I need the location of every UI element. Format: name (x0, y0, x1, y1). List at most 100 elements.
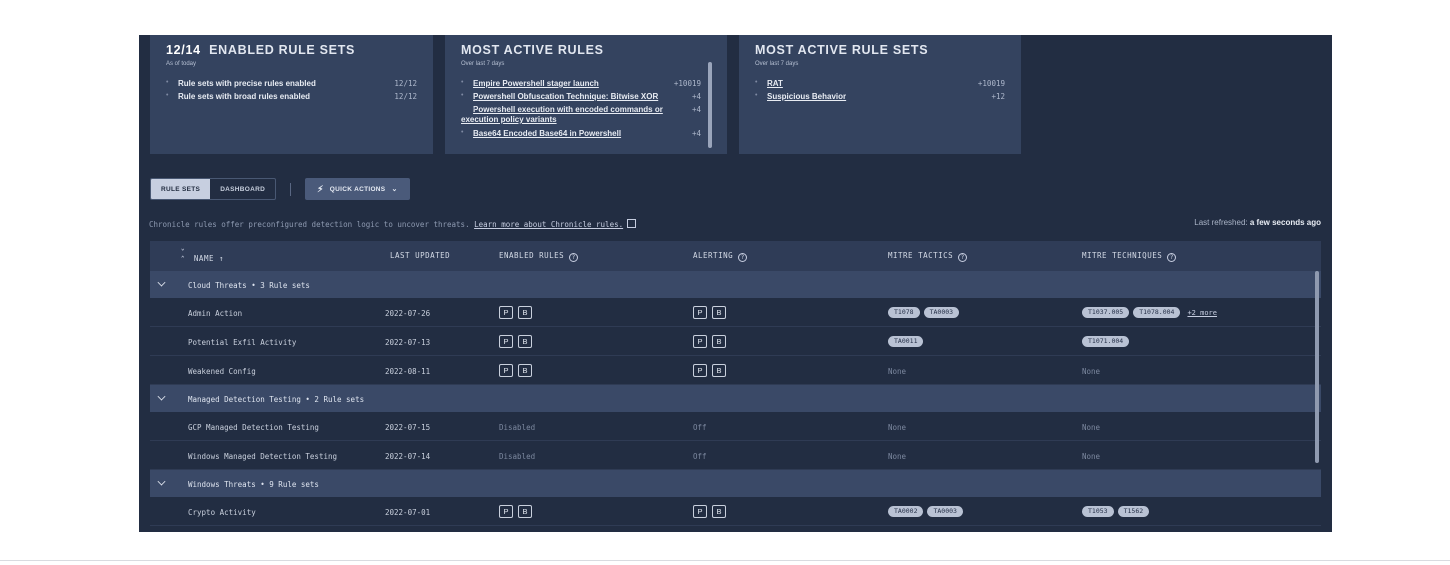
table-row[interactable]: GCP Managed Detection Testing 2022-07-15… (150, 412, 1321, 441)
card-subtitle: Over last 7 days (461, 61, 505, 67)
technique-chip: T1053 (1082, 506, 1114, 517)
list-item: Powershell Obfuscation Technique: Bitwis… (461, 92, 701, 105)
col-mitre-tactics[interactable]: MITRE TACTICS? (888, 251, 968, 262)
mitre-techniques: T1071.004 (1082, 336, 1130, 347)
table-row[interactable]: Weakened Config 2022-08-11 PB PB None No… (150, 356, 1321, 385)
last-updated: 2022-07-14 (385, 452, 431, 461)
item-label: Rule sets with broad rules enabled (178, 92, 311, 101)
precise-badge[interactable]: P (693, 306, 707, 319)
chevron-down-icon: ⌄ (391, 186, 398, 193)
most-active-rules-card: MOST ACTIVE RULES Over last 7 days Empir… (445, 35, 727, 154)
broad-badge[interactable]: B (712, 505, 726, 518)
col-enabled-label: ENABLED RULES (499, 251, 565, 260)
col-last-updated[interactable]: LAST UPDATED (390, 251, 450, 260)
info-text: Chronicle rules offer preconfigured dete… (149, 219, 637, 229)
rule-set-name: Crypto Activity (188, 508, 256, 517)
list-item: Powershell execution with encoded comman… (461, 105, 701, 129)
item-value: +4 (691, 129, 701, 138)
help-icon[interactable]: ? (1167, 253, 1177, 262)
precise-badge[interactable]: P (499, 364, 513, 377)
rule-link[interactable]: Powershell Obfuscation Technique: Bitwis… (473, 92, 658, 101)
chevron-down-icon[interactable] (157, 278, 166, 287)
rule-link[interactable]: Powershell execution with encoded comman… (461, 105, 692, 125)
table-row[interactable]: Crypto Activity 2022-07-01 PB PB TA0002 T… (150, 497, 1321, 526)
mitre-techniques: T1037.005 T1078.004 +2 more (1082, 307, 1217, 318)
technique-chip: T1037.005 (1082, 307, 1130, 318)
card-scrollbar[interactable] (708, 62, 712, 148)
quick-actions-button[interactable]: ⚡︎ QUICK ACTIONS ⌄ (305, 178, 410, 200)
learn-more-link[interactable]: Learn more about Chronicle rules. (474, 220, 623, 229)
precise-badge[interactable]: P (693, 335, 707, 348)
technique-chip: T1078.004 (1133, 307, 1181, 318)
enabled-rules: Disabled (499, 423, 536, 432)
divider (290, 182, 292, 196)
group-row-windows-threats[interactable]: Windows Threats • 9 Rule sets (150, 470, 1321, 497)
col-name-label: NAME ↑ (193, 254, 225, 263)
rule-link[interactable]: Empire Powershell stager launch (473, 79, 599, 88)
list-item: RAT +10019 (755, 79, 1005, 92)
last-updated: 2022-07-15 (385, 423, 431, 432)
broad-badge[interactable]: B (518, 364, 532, 377)
sort-icon[interactable]: ˇˆ (180, 250, 186, 266)
group-label: Cloud Threats • 3 Rule sets (188, 281, 310, 290)
item-value: +10019 (673, 79, 701, 88)
precise-badge[interactable]: P (693, 364, 707, 377)
item-value: 12/12 (394, 92, 417, 101)
table-row[interactable]: Potential Exfil Activity 2022-07-13 PB P… (150, 327, 1321, 356)
more-link[interactable]: +2 more (1187, 309, 1217, 317)
col-name[interactable]: ˇ ˆ NAME ↑ (180, 250, 225, 266)
table-scrollbar[interactable] (1315, 271, 1319, 463)
bolt-icon: ⚡︎ (317, 183, 324, 194)
precise-badge[interactable]: P (499, 335, 513, 348)
external-link-icon[interactable] (627, 219, 637, 228)
rule-set-name: Admin Action (188, 309, 243, 318)
tactic-chip: T1078 (888, 307, 920, 318)
tab-rule-sets[interactable]: RULE SETS (151, 179, 211, 199)
precise-badge[interactable]: P (499, 306, 513, 319)
enabled-rules: PB (499, 335, 532, 348)
broad-badge[interactable]: B (712, 364, 726, 377)
col-mitre-techniques[interactable]: MITRE TECHNIQUES? (1082, 251, 1177, 262)
precise-badge[interactable]: P (693, 505, 707, 518)
enabled-count: 12/14 (166, 43, 201, 57)
item-value: +10019 (977, 79, 1005, 88)
mitre-techniques: None (1082, 452, 1101, 461)
group-row-cloud-threats[interactable]: Cloud Threats • 3 Rule sets (150, 271, 1321, 298)
card-title-text: ENABLED RULE SETS (209, 43, 356, 57)
rule-set-link[interactable]: Suspicious Behavior (767, 92, 846, 101)
precise-badge[interactable]: P (499, 505, 513, 518)
tactic-chip: TA0011 (888, 336, 924, 347)
col-techniques-label: MITRE TECHNIQUES (1082, 251, 1163, 260)
help-icon[interactable]: ? (569, 253, 579, 262)
item-value: +4 (691, 105, 701, 114)
table-row[interactable]: Windows Managed Detection Testing 2022-0… (150, 441, 1321, 470)
chevron-down-icon[interactable] (157, 477, 166, 486)
broad-badge[interactable]: B (712, 306, 726, 319)
refresh-value: a few seconds ago (1249, 218, 1321, 227)
item-value: 12/12 (394, 79, 417, 88)
rule-set-name: Potential Exfil Activity (188, 338, 297, 347)
item-value: +12 (991, 92, 1005, 101)
col-enabled-rules[interactable]: ENABLED RULES? (499, 251, 579, 262)
last-updated: 2022-07-01 (385, 508, 431, 517)
alerting: PB (693, 335, 726, 348)
help-icon[interactable]: ? (738, 253, 748, 262)
card-title: 12/14 ENABLED RULE SETS (166, 43, 417, 57)
col-alerting[interactable]: ALERTING? (693, 251, 748, 262)
enabled-rules: PB (499, 364, 532, 377)
chevron-down-icon[interactable] (157, 392, 166, 401)
mitre-techniques: T1053 T1562 (1082, 506, 1150, 517)
enabled-rules: PB (499, 505, 532, 518)
broad-badge[interactable]: B (518, 505, 532, 518)
broad-badge[interactable]: B (712, 335, 726, 348)
broad-badge[interactable]: B (518, 335, 532, 348)
card-title: MOST ACTIVE RULE SETS (755, 43, 929, 57)
rule-set-link[interactable]: RAT (767, 79, 783, 88)
tab-dashboard[interactable]: DASHBOARD (210, 179, 275, 199)
rule-link[interactable]: Base64 Encoded Base64 in Powershell (473, 129, 621, 138)
help-icon[interactable]: ? (958, 253, 968, 262)
table-row[interactable]: Admin Action 2022-07-26 PB PB T1078 TA000… (150, 298, 1321, 327)
mitre-tactics: T1078 TA0003 (888, 307, 960, 318)
broad-badge[interactable]: B (518, 306, 532, 319)
group-row-managed-detection-testing[interactable]: Managed Detection Testing • 2 Rule sets (150, 385, 1321, 412)
